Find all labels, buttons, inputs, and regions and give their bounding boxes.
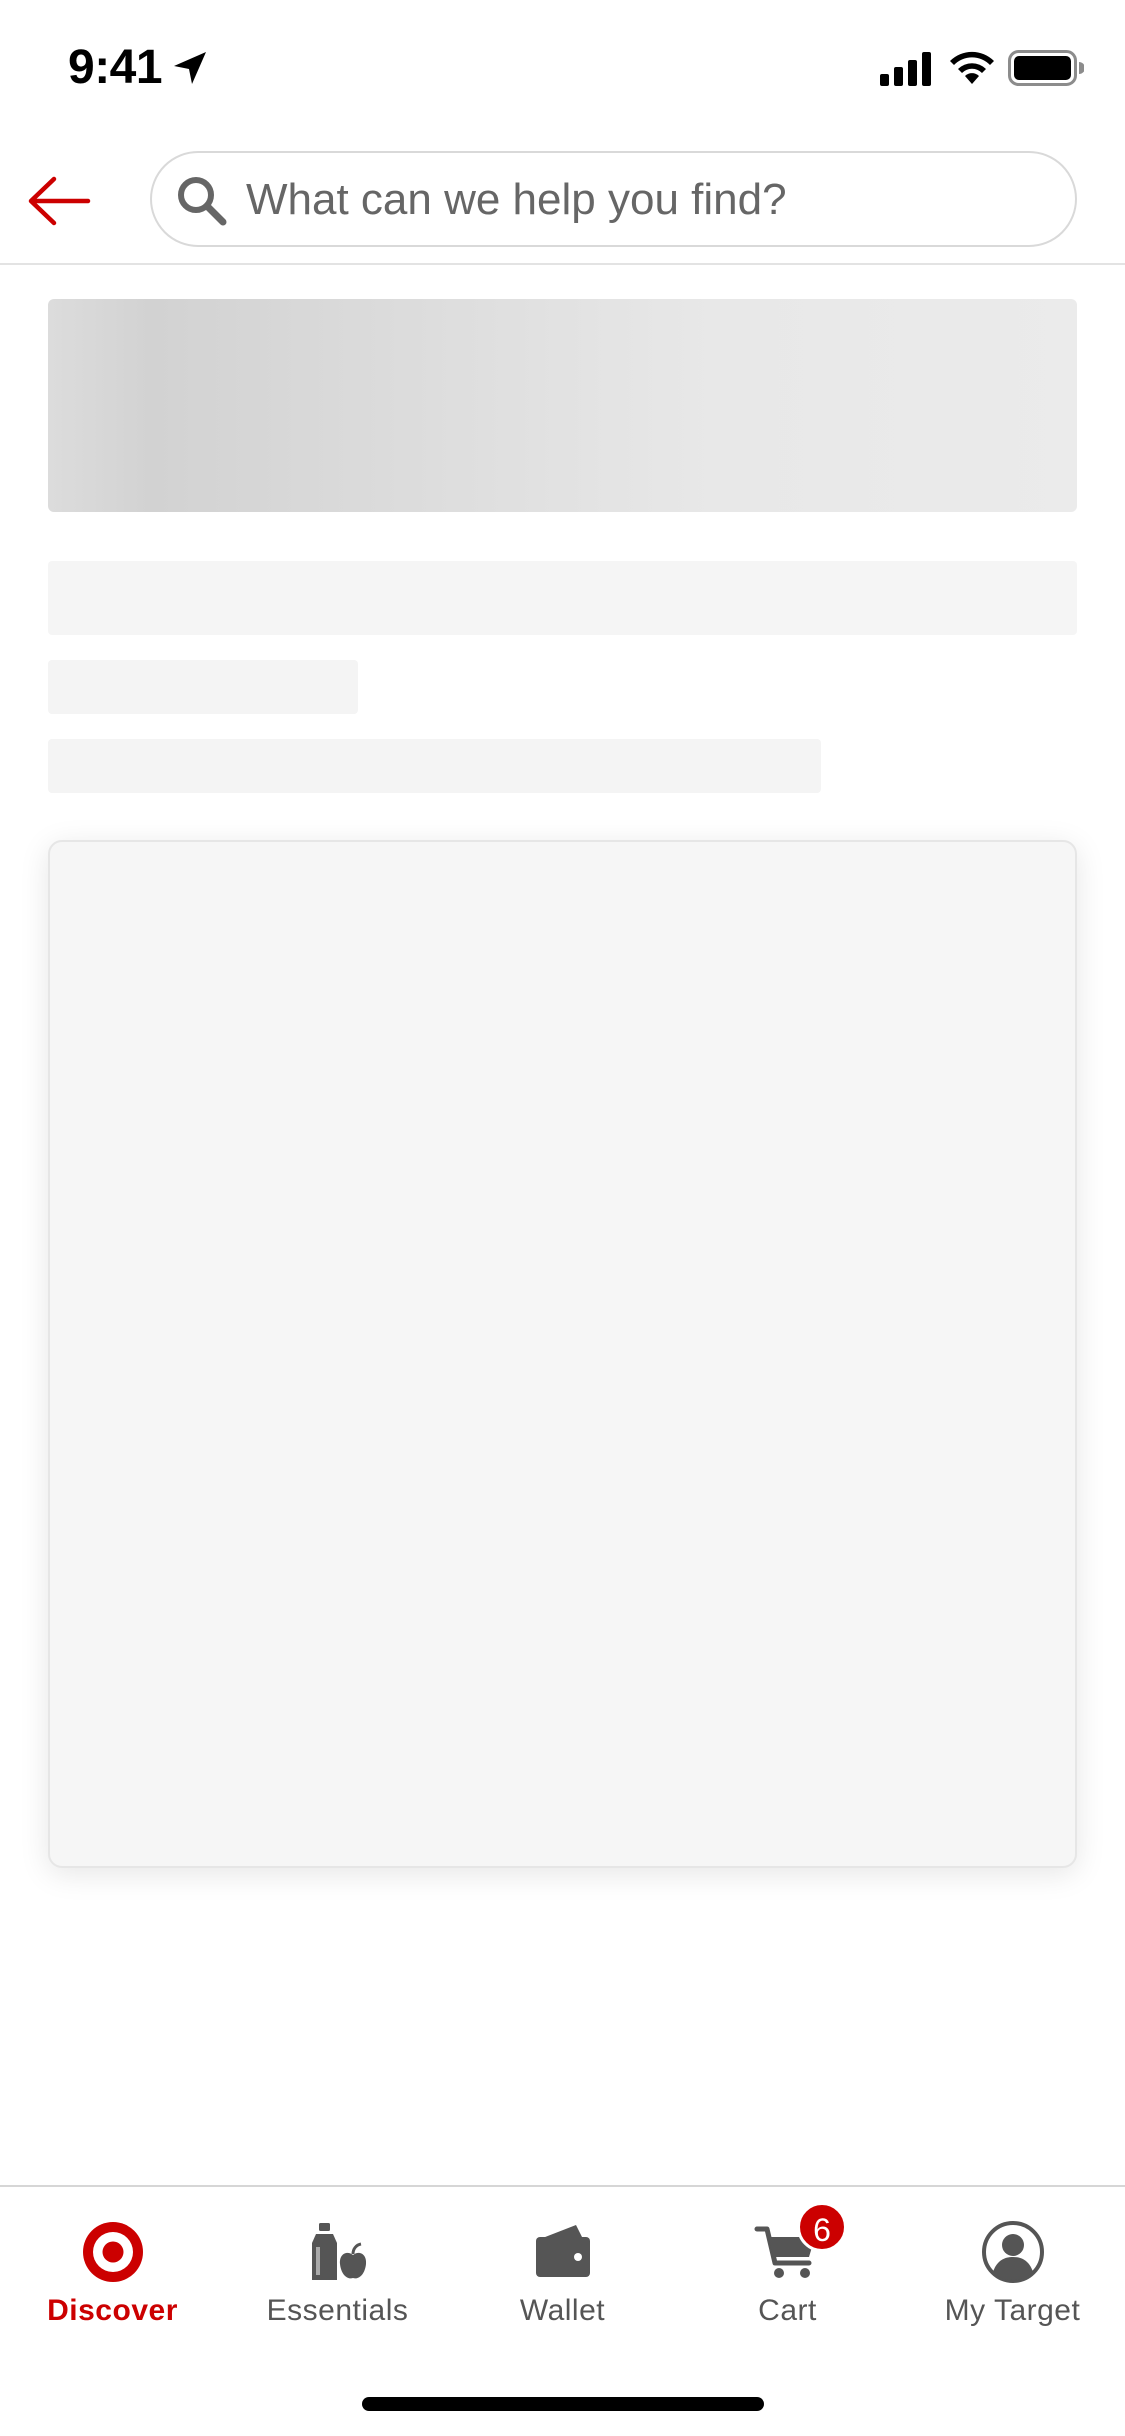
tab-label: Discover <box>47 2294 178 2327</box>
tab-wallet[interactable]: Wallet <box>450 2187 675 2347</box>
tab-label: Wallet <box>519 2294 606 2327</box>
search-bar[interactable] <box>150 151 1077 247</box>
essentials-icon <box>311 2223 366 2280</box>
skeleton-banner <box>48 299 1077 512</box>
arrow-left-icon <box>28 176 91 226</box>
battery-icon <box>1008 50 1084 86</box>
header <box>0 135 1125 265</box>
tab-label: Cart <box>758 2294 817 2327</box>
skeleton-card <box>48 840 1077 1868</box>
wifi-icon <box>950 51 994 84</box>
status-bar: 9:41 <box>0 0 1125 135</box>
search-input[interactable] <box>246 163 1056 237</box>
skeleton-medium-line <box>48 739 821 793</box>
tab-essentials[interactable]: Essentials <box>225 2187 450 2347</box>
back-button[interactable] <box>24 171 94 231</box>
profile-icon <box>981 2221 1044 2283</box>
tab-label: Essentials <box>266 2294 409 2327</box>
tab-cart[interactable]: 6 Cart <box>675 2187 900 2347</box>
home-indicator[interactable] <box>362 2397 764 2411</box>
location-arrow-icon <box>174 52 206 84</box>
target-logo-icon <box>82 2222 143 2282</box>
status-time: 9:41 <box>68 41 163 94</box>
skeleton-title-line <box>48 561 1077 635</box>
search-icon <box>178 177 227 226</box>
tab-label: My Target <box>944 2294 1081 2327</box>
cart-count-badge: 6 <box>797 2202 847 2252</box>
cellular-signal-icon <box>880 52 931 86</box>
tab-discover[interactable]: Discover <box>0 2187 225 2347</box>
skeleton-short-line <box>48 660 358 714</box>
tab-my-target[interactable]: My Target <box>900 2187 1125 2347</box>
wallet-icon <box>535 2225 590 2277</box>
